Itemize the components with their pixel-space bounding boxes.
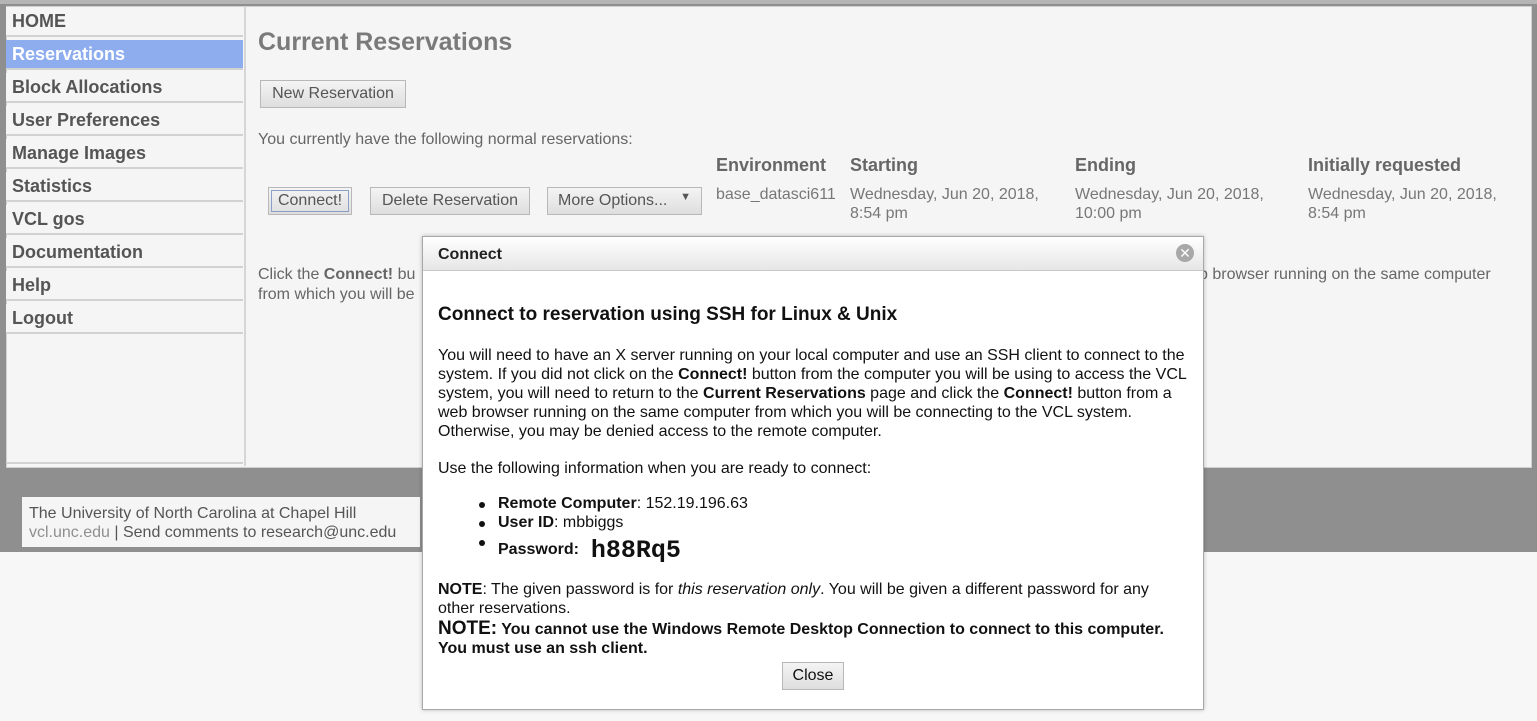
user-id-label: User ID [498,514,555,531]
note2-label: NOTE: [438,618,498,639]
connect-button[interactable]: Connect! [268,187,352,215]
instructions-text-3: page and click the [865,385,1004,402]
column-header-initially-requested: Initially requested [1308,155,1462,175]
instructions-connect-2: Connect! [1003,385,1073,402]
sidebar-item-manage-images[interactable]: Manage Images [6,139,243,169]
note1-italic: this reservation only [677,581,821,598]
sidebar-item-logout[interactable]: Logout [6,304,243,334]
user-id-item: User ID: mbbiggs [479,514,748,533]
column-header-environment: Environment [716,155,827,175]
footer-institution: The University of North Carolina at Chap… [29,505,357,522]
footer: The University of North Carolina at Chap… [22,497,420,547]
password-item: Password: h88Rq5 [479,533,748,565]
delete-reservation-button[interactable]: Delete Reservation [370,187,530,215]
connect-hint-text-a: Click the [258,266,324,283]
note1-text-a: : The given password is for [482,581,678,598]
footer-site-link[interactable]: vcl.unc.edu [29,524,110,541]
ending-date: Wednesday, Jun 20, 2018, [1075,186,1264,203]
note2-text: You cannot use the Windows Remote Deskto… [438,621,1164,657]
dialog-info-intro: Use the following information when you a… [438,460,872,477]
sidebar-item-vcl-gos[interactable]: VCL gos [6,205,243,235]
requested-time: 8:54 pm [1308,205,1366,222]
remote-computer-item: Remote Computer: 152.19.196.63 [479,495,748,514]
sidebar: HOME Reservations Block Allocations User… [6,6,244,466]
page-title: Current Reservations [258,28,513,56]
starting-value: Wednesday, Jun 20, 2018, 8:54 pm [850,185,1039,223]
ending-value: Wednesday, Jun 20, 2018, 10:00 pm [1075,185,1264,223]
requested-value: Wednesday, Jun 20, 2018, 8:54 pm [1308,185,1497,223]
sidebar-divider [244,6,246,466]
dialog-note-1: NOTE: The given password is for this res… [438,580,1188,618]
environment-value: base_datasci611 [716,186,836,203]
column-header-starting: Starting [850,155,919,175]
connection-info-list: Remote Computer: 152.19.196.63 User ID: … [479,495,748,565]
connect-hint-text-b: bu [393,266,416,283]
ending-time: 10:00 pm [1075,205,1142,222]
instructions-connect-1: Connect! [678,366,748,383]
sidebar-item-reservations[interactable]: Reservations [6,40,243,70]
note1-label: NOTE [438,581,483,598]
new-reservation-button[interactable]: New Reservation [260,80,406,108]
sidebar-item-statistics[interactable]: Statistics [6,172,243,202]
footer-separator: | [109,524,123,541]
more-options-button[interactable]: More Options... ▼ [547,187,702,215]
close-icon[interactable]: ✕ [1176,244,1194,262]
sidebar-item-documentation[interactable]: Documentation [6,238,243,268]
instructions-current-reservations: Current Reservations [703,385,866,402]
user-id-value: : mbbiggs [554,514,624,531]
dialog-instructions: You will need to have an X server runnin… [438,346,1188,441]
remote-computer-label: Remote Computer [498,495,637,512]
connect-hint-bold: Connect! [323,266,394,283]
sidebar-item-user-preferences[interactable]: User Preferences [6,106,243,136]
sidebar-item-home[interactable]: HOME [6,7,243,37]
sidebar-bottom-divider [6,462,243,464]
more-options-label: More Options... [558,192,668,209]
starting-time: 8:54 pm [850,205,908,222]
sidebar-item-block-allocations[interactable]: Block Allocations [6,73,243,103]
top-strip [0,0,1537,4]
dialog-header: Connect ✕ [423,237,1203,271]
connect-hint-line2: from which you will be [258,286,415,303]
chevron-down-icon: ▼ [680,191,691,203]
footer-comments: Send comments to research@unc.edu [122,524,397,541]
column-header-ending: Ending [1075,155,1136,175]
password-label: Password: [498,541,579,558]
requested-date: Wednesday, Jun 20, 2018, [1308,186,1497,203]
dialog-title: Connect [438,246,502,263]
reservations-intro: You currently have the following normal … [258,131,633,148]
password-value: h88Rq5 [590,536,681,565]
close-button[interactable]: Close [782,662,844,690]
connect-hint-line1: Click the Connect! bu [258,266,415,284]
remote-computer-value: : 152.19.196.63 [636,495,748,512]
dialog-heading: Connect to reservation using SSH for Lin… [438,304,898,325]
dialog-note-2: NOTE: You cannot use the Windows Remote … [438,619,1193,658]
starting-date: Wednesday, Jun 20, 2018, [850,186,1039,203]
connect-dialog: Connect ✕ Connect to reservation using S… [422,236,1204,710]
footer-links: vcl.unc.edu | Send comments to research@… [29,523,420,542]
connect-hint-right: b browser running on the same computer [1199,266,1491,283]
sidebar-item-help[interactable]: Help [6,271,243,301]
